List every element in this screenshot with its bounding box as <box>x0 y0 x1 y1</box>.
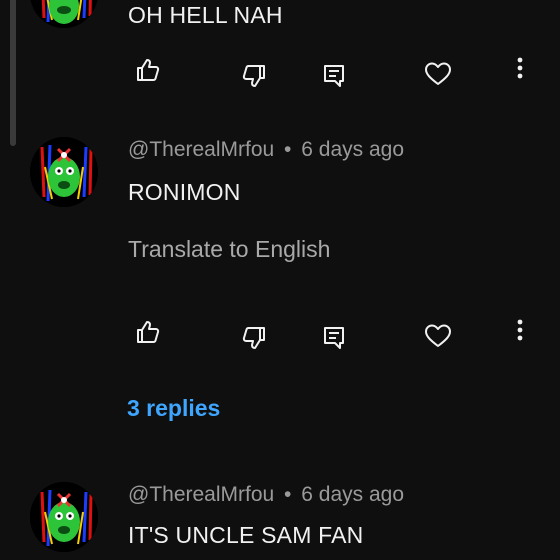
thumbs-down-icon <box>242 327 265 349</box>
thumbs-down-icon <box>242 65 265 87</box>
avatar-image <box>30 137 98 207</box>
reply-icon <box>324 327 344 349</box>
dislike-button[interactable] <box>236 58 272 94</box>
comment-time[interactable]: 6 days ago <box>301 483 404 506</box>
reply-button[interactable] <box>316 58 352 94</box>
view-replies-button[interactable]: 3 replies <box>127 395 220 422</box>
more-options-button[interactable] <box>502 50 538 86</box>
scrollbar[interactable] <box>10 0 16 146</box>
reply-button[interactable] <box>316 320 352 356</box>
more-vert-icon <box>517 57 523 79</box>
comment-time[interactable]: 6 days ago <box>301 138 404 161</box>
author-name[interactable]: @TherealMrfou <box>128 138 274 161</box>
reply-icon <box>324 65 344 87</box>
comment-text: IT'S UNCLE SAM FAN <box>128 522 364 548</box>
avatar[interactable] <box>30 482 98 552</box>
comments-page: OH HELL NAH @TherealMrfou • 6 days ago R… <box>0 0 560 560</box>
meta-separator: • <box>284 483 292 506</box>
heart-icon <box>425 324 451 347</box>
meta-separator: • <box>284 138 292 161</box>
more-vert-icon <box>517 319 523 341</box>
author-name[interactable]: @TherealMrfou <box>128 483 274 506</box>
avatar-image <box>30 0 98 28</box>
thumbs-up-icon <box>137 321 160 343</box>
like-button[interactable] <box>130 314 166 350</box>
avatar[interactable] <box>30 0 98 28</box>
comment-meta: @TherealMrfou • 6 days ago <box>128 138 404 162</box>
avatar[interactable] <box>30 137 98 207</box>
heart-button[interactable] <box>420 56 456 92</box>
avatar-image <box>30 482 98 552</box>
thumbs-up-icon <box>137 59 160 81</box>
comment-text: OH HELL NAH <box>128 2 283 28</box>
more-options-button[interactable] <box>502 312 538 348</box>
like-button[interactable] <box>130 52 166 88</box>
comment-meta: @TherealMrfou • 6 days ago <box>128 483 404 507</box>
heart-button[interactable] <box>420 318 456 354</box>
translate-link[interactable]: Translate to English <box>128 236 330 263</box>
comment-text: RONIMON <box>128 179 241 205</box>
heart-icon <box>425 62 451 85</box>
dislike-button[interactable] <box>236 320 272 356</box>
